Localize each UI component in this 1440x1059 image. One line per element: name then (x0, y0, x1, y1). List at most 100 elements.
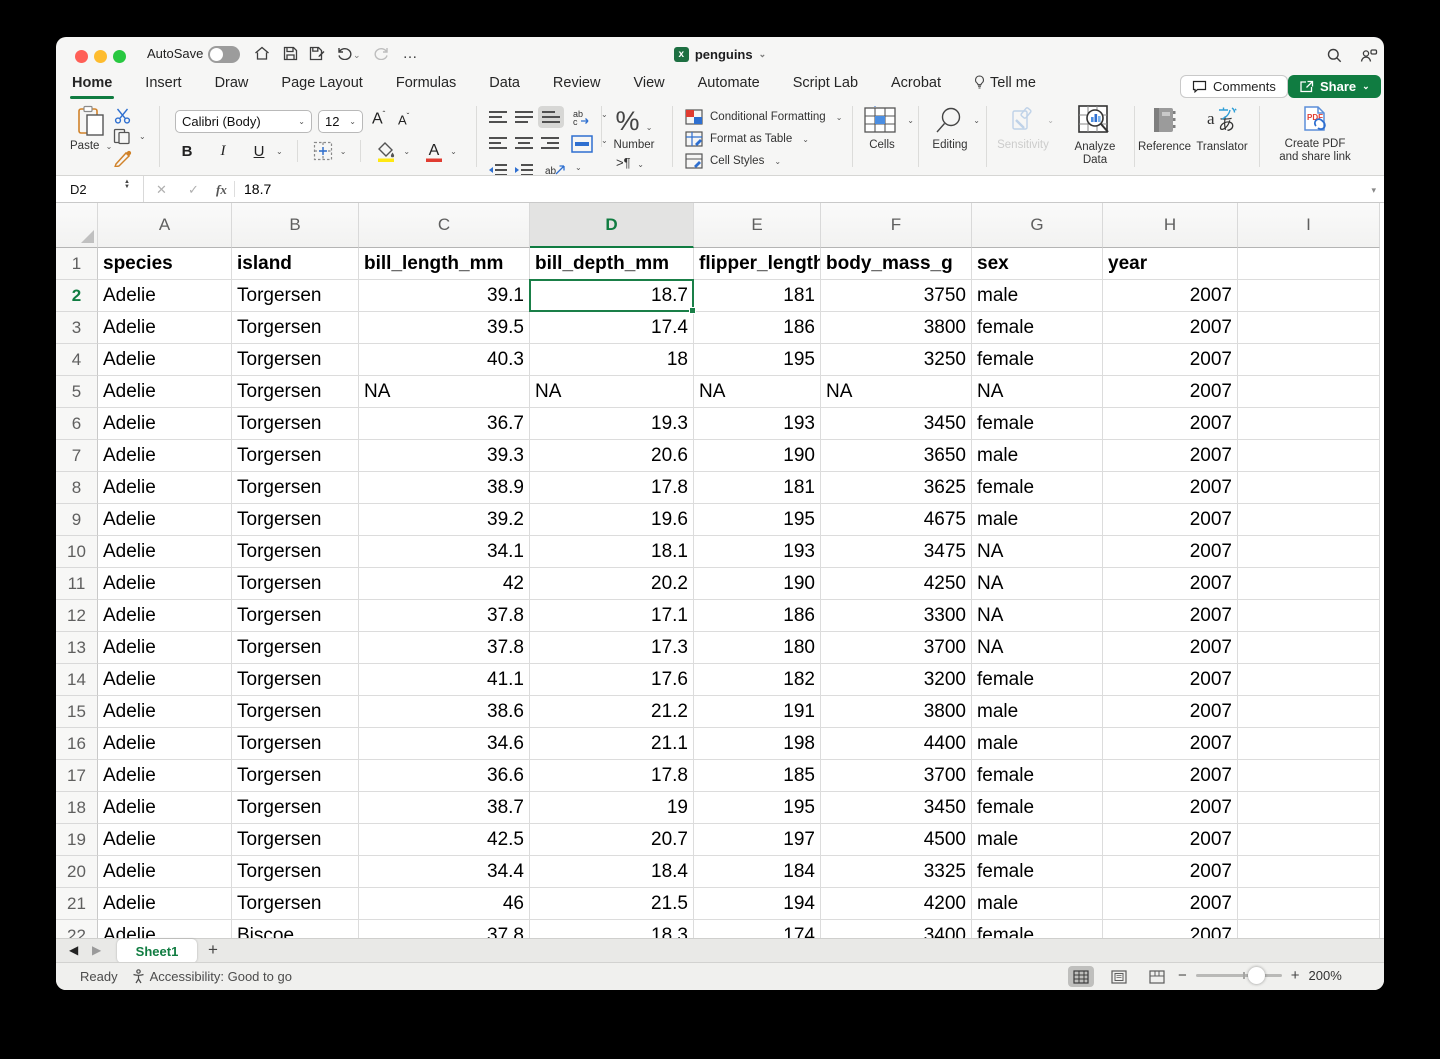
cell-D3[interactable]: 17.4 (530, 312, 694, 344)
cell-F14[interactable]: 3200 (821, 664, 972, 696)
cell-F11[interactable]: 4250 (821, 568, 972, 600)
cell-I5[interactable] (1238, 376, 1380, 408)
grow-font-button[interactable]: Aˆ (372, 110, 385, 128)
format-as-table-button[interactable]: Format as Table ⌄ (685, 131, 809, 147)
cell-G6[interactable]: female (972, 408, 1103, 440)
font-color-button[interactable]: A (424, 140, 444, 162)
cell-C16[interactable]: 34.6 (359, 728, 530, 760)
cell-B21[interactable]: Torgersen (232, 888, 359, 920)
cell-D18[interactable]: 19 (530, 792, 694, 824)
align-left-icon[interactable] (488, 136, 508, 152)
cell-F18[interactable]: 3450 (821, 792, 972, 824)
cell-F17[interactable]: 3700 (821, 760, 972, 792)
cell-F6[interactable]: 3450 (821, 408, 972, 440)
cell-D12[interactable]: 17.1 (530, 600, 694, 632)
formula-bar-value[interactable]: 18.7 (244, 181, 271, 197)
cell-I21[interactable] (1238, 888, 1380, 920)
name-box-stepper[interactable]: ▲ ▼ (124, 179, 130, 190)
cell-F1[interactable]: body_mass_g (821, 248, 972, 280)
cell-E4[interactable]: 195 (694, 344, 821, 376)
cell-F4[interactable]: 3250 (821, 344, 972, 376)
cell-F2[interactable]: 3750 (821, 280, 972, 312)
cell-A22[interactable]: Adelie (98, 920, 232, 938)
cell-H8[interactable]: 2007 (1103, 472, 1238, 504)
cell-I1[interactable] (1238, 248, 1380, 280)
cell-E17[interactable]: 185 (694, 760, 821, 792)
cell-D21[interactable]: 21.5 (530, 888, 694, 920)
tab-script-lab[interactable]: Script Lab (791, 71, 860, 99)
comments-button[interactable]: Comments (1180, 75, 1288, 98)
cell-F12[interactable]: 3300 (821, 600, 972, 632)
cell-H5[interactable]: 2007 (1103, 376, 1238, 408)
cell-C2[interactable]: 39.1 (359, 280, 530, 312)
row-header-15[interactable]: 15 (56, 696, 98, 728)
page-layout-view-button[interactable] (1106, 966, 1132, 987)
cell-D4[interactable]: 18 (530, 344, 694, 376)
tab-home[interactable]: Home (70, 71, 115, 99)
normal-view-button[interactable] (1068, 966, 1094, 987)
cell-I16[interactable] (1238, 728, 1380, 760)
borders-chevron-icon[interactable]: ⌄ (340, 147, 347, 156)
tab-draw[interactable]: Draw (213, 71, 251, 99)
cell-B8[interactable]: Torgersen (232, 472, 359, 504)
cell-I7[interactable] (1238, 440, 1380, 472)
format-painter-button[interactable] (113, 150, 132, 170)
cell-B7[interactable]: Torgersen (232, 440, 359, 472)
shrink-font-button[interactable]: Aˇ (398, 112, 409, 127)
row-header-20[interactable]: 20 (56, 856, 98, 888)
cell-I10[interactable] (1238, 536, 1380, 568)
cell-F8[interactable]: 3625 (821, 472, 972, 504)
enter-icon[interactable]: ✓ (188, 182, 199, 198)
row-header-14[interactable]: 14 (56, 664, 98, 696)
cell-F5[interactable]: NA (821, 376, 972, 408)
row-header-3[interactable]: 3 (56, 312, 98, 344)
cell-G15[interactable]: male (972, 696, 1103, 728)
cell-H11[interactable]: 2007 (1103, 568, 1238, 600)
row-header-18[interactable]: 18 (56, 792, 98, 824)
column-header-g[interactable]: G (972, 203, 1103, 248)
cell-G16[interactable]: male (972, 728, 1103, 760)
cell-E15[interactable]: 191 (694, 696, 821, 728)
cell-H10[interactable]: 2007 (1103, 536, 1238, 568)
cell-D14[interactable]: 17.6 (530, 664, 694, 696)
wrap-text-icon[interactable]: abc (572, 109, 594, 126)
cell-I9[interactable] (1238, 504, 1380, 536)
paste-button[interactable]: Paste ⌄ (70, 105, 112, 153)
cell-E12[interactable]: 186 (694, 600, 821, 632)
cell-C6[interactable]: 36.7 (359, 408, 530, 440)
column-header-d[interactable]: D (530, 203, 694, 248)
accessibility-status[interactable]: Accessibility: Good to go (132, 969, 292, 984)
cell-G17[interactable]: female (972, 760, 1103, 792)
cell-D7[interactable]: 20.6 (530, 440, 694, 472)
orientation-chevron-icon[interactable]: ⌄ (575, 163, 582, 172)
cell-F20[interactable]: 3325 (821, 856, 972, 888)
zoom-in-button[interactable]: + (1291, 967, 1300, 984)
cell-E7[interactable]: 190 (694, 440, 821, 472)
cell-A1[interactable]: species (98, 248, 232, 280)
row-header-1[interactable]: 1 (56, 248, 98, 280)
select-all-corner[interactable] (56, 203, 98, 248)
cell-I19[interactable] (1238, 824, 1380, 856)
cell-A12[interactable]: Adelie (98, 600, 232, 632)
cell-I6[interactable] (1238, 408, 1380, 440)
spreadsheet-grid[interactable]: A B C D E F G H I 1 species island bill_length_mm bil… (56, 203, 1384, 938)
cell-E8[interactable]: 181 (694, 472, 821, 504)
cell-D8[interactable]: 17.8 (530, 472, 694, 504)
cell-D19[interactable]: 20.7 (530, 824, 694, 856)
font-color-chevron-icon[interactable]: ⌄ (450, 147, 457, 156)
zoom-slider[interactable] (1195, 967, 1282, 984)
cell-D5[interactable]: NA (530, 376, 694, 408)
people-icon[interactable] (1359, 46, 1379, 64)
cell-B4[interactable]: Torgersen (232, 344, 359, 376)
cell-C8[interactable]: 38.9 (359, 472, 530, 504)
cell-B2[interactable]: Torgersen (232, 280, 359, 312)
add-sheet-button[interactable]: + (208, 940, 218, 960)
row-header-9[interactable]: 9 (56, 504, 98, 536)
cell-A3[interactable]: Adelie (98, 312, 232, 344)
cell-G8[interactable]: female (972, 472, 1103, 504)
cell-I17[interactable] (1238, 760, 1380, 792)
row-header-21[interactable]: 21 (56, 888, 98, 920)
cells-button[interactable]: ⌄ Cells (854, 106, 914, 152)
name-box[interactable]: D2 ▲ ▼ (56, 176, 144, 202)
row-header-7[interactable]: 7 (56, 440, 98, 472)
